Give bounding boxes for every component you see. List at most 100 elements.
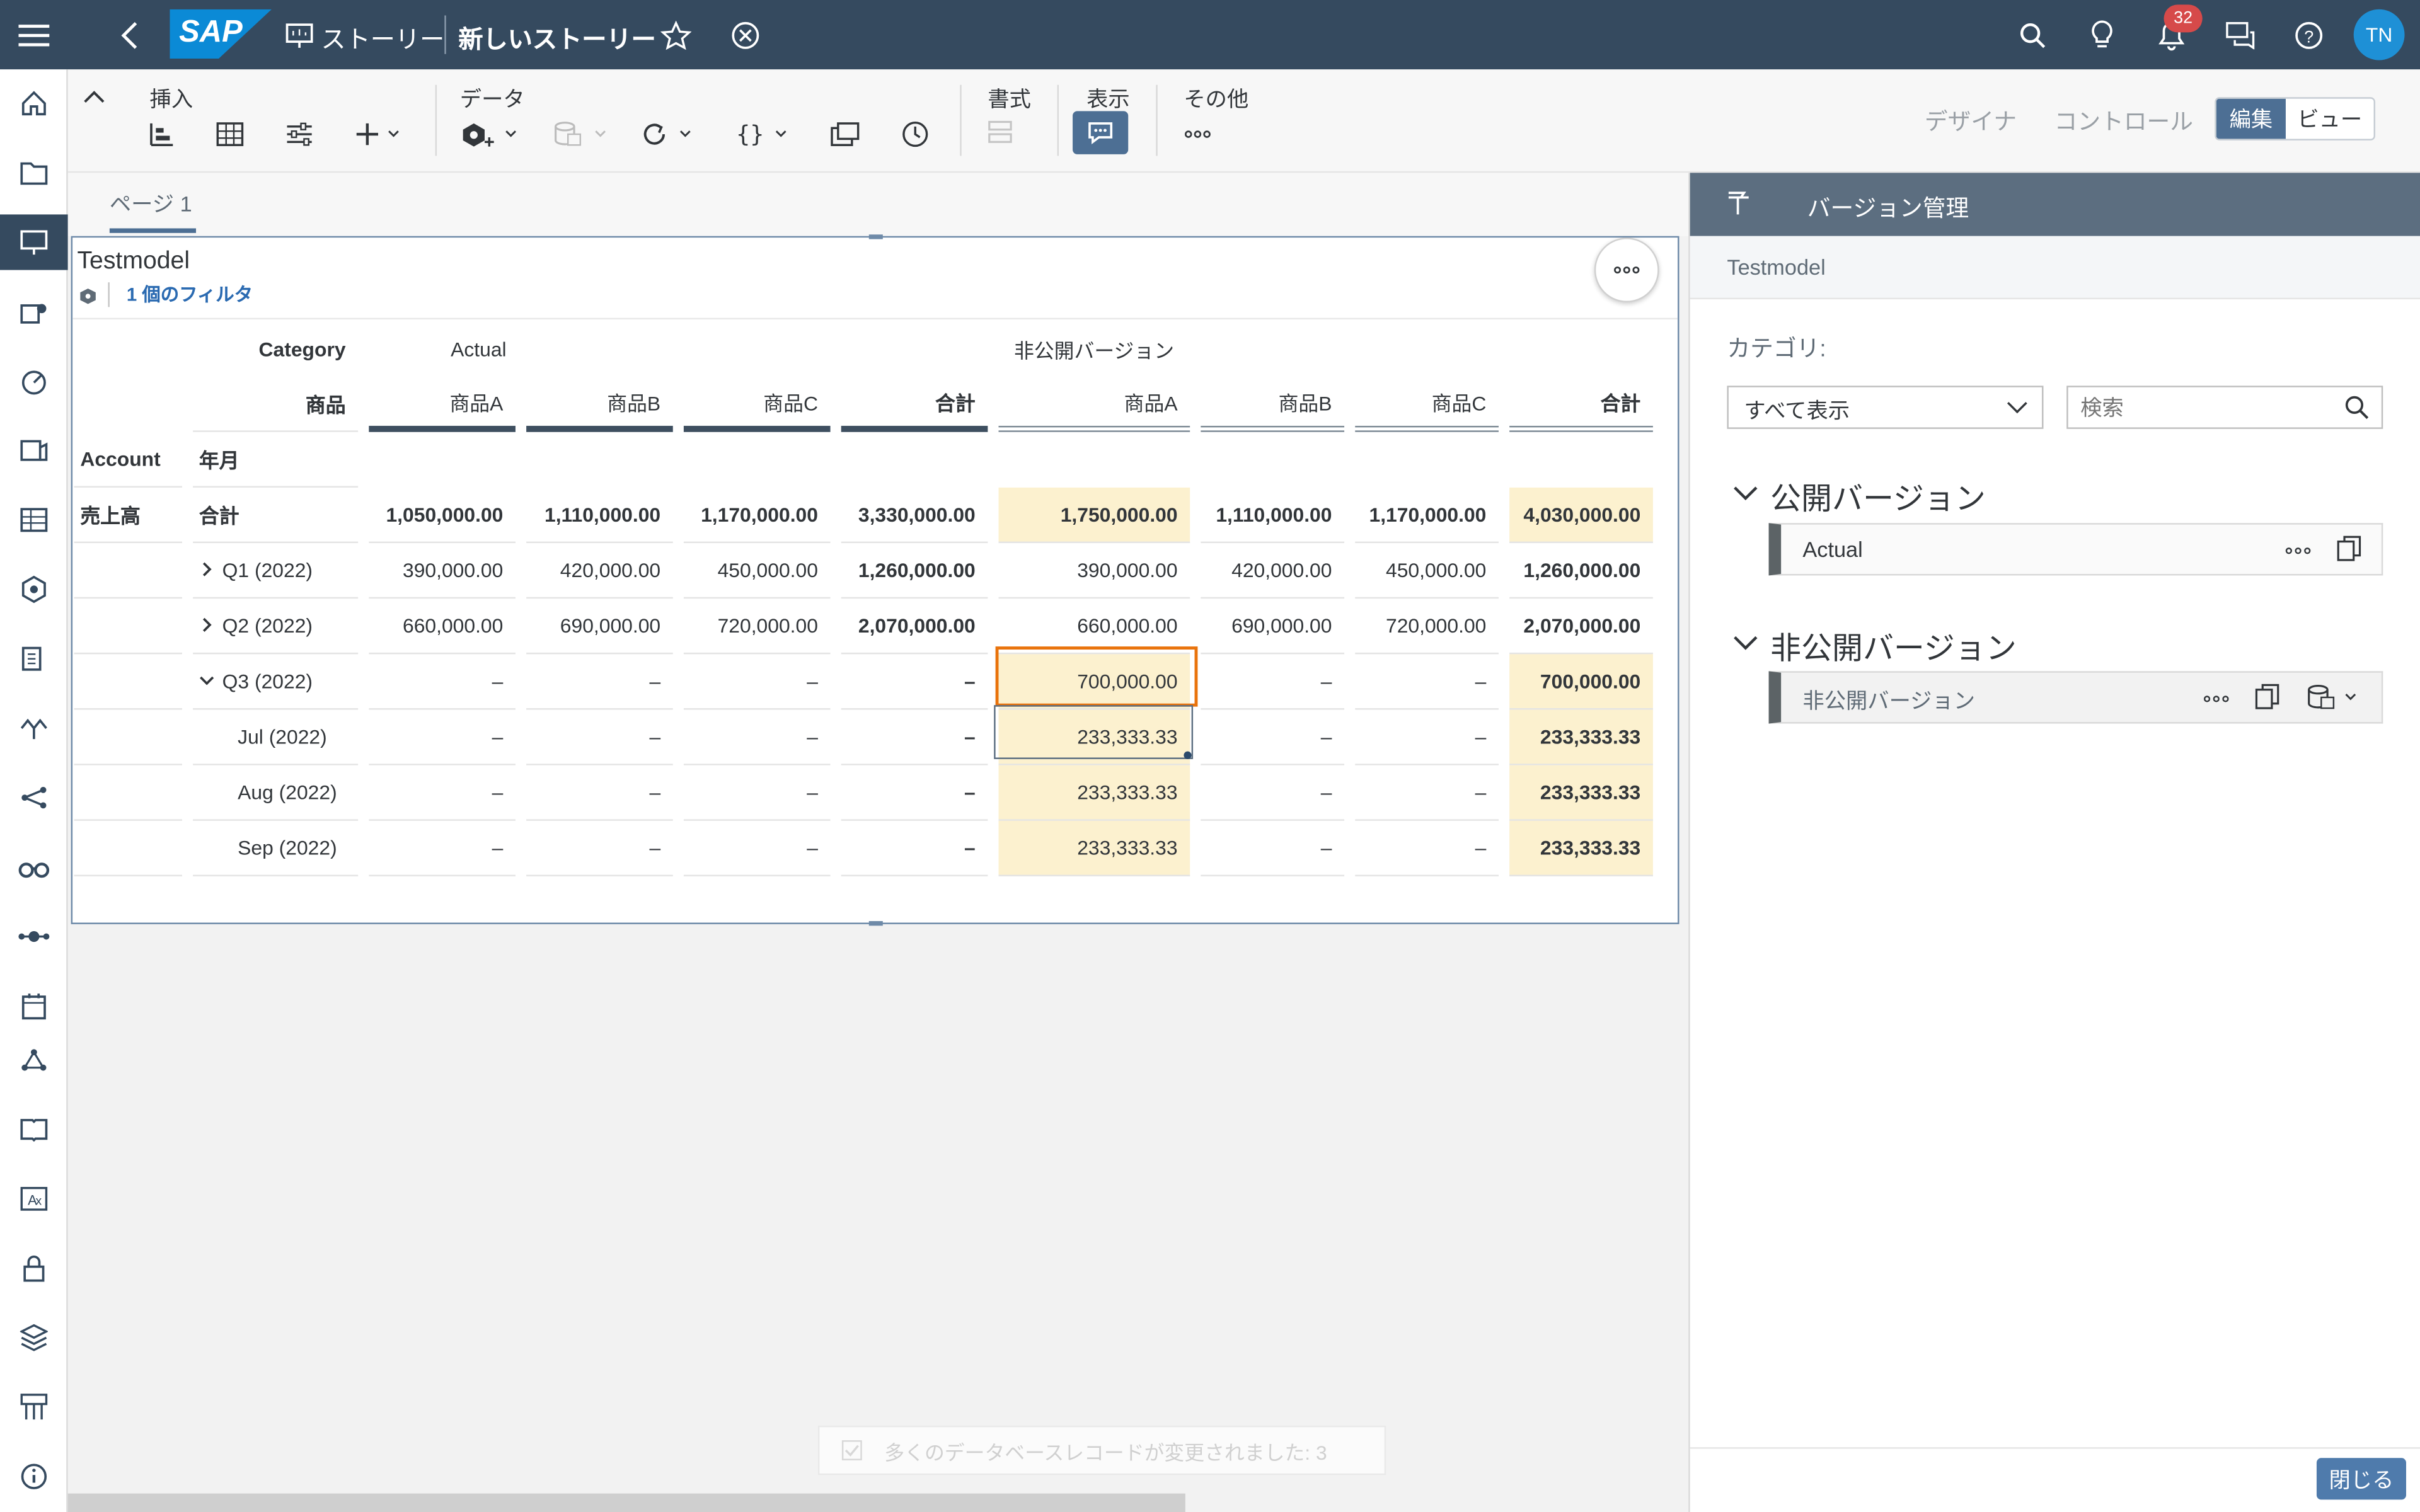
lightbulb-icon[interactable] xyxy=(2083,17,2121,54)
value-cell[interactable]: – xyxy=(841,821,988,877)
refresh-icon[interactable] xyxy=(642,117,698,151)
table-insert-icon[interactable] xyxy=(216,117,244,151)
period-cell[interactable]: Q2 (2022) xyxy=(193,598,359,655)
value-cell[interactable]: 1,110,000.00 xyxy=(526,488,673,544)
value-cell[interactable]: 233,333.33 xyxy=(998,765,1190,821)
value-cell[interactable]: – xyxy=(1201,710,1345,765)
value-cell[interactable]: 390,000.00 xyxy=(998,543,1190,599)
value-cell[interactable]: 660,000.00 xyxy=(369,598,516,655)
horizontal-scrollbar[interactable] xyxy=(67,1493,1185,1512)
col-header[interactable]: 合計 xyxy=(841,377,988,432)
value-cell[interactable]: 450,000.00 xyxy=(683,543,831,599)
binoculars-icon[interactable] xyxy=(0,839,68,895)
col-header[interactable]: 商品B xyxy=(1201,377,1345,432)
value-cell[interactable]: 2,070,000.00 xyxy=(841,598,988,655)
value-cell[interactable]: 233,333.33 xyxy=(1509,765,1653,821)
value-cell[interactable]: 4,030,000.00 xyxy=(1509,487,1653,544)
linked-analysis-icon[interactable] xyxy=(831,117,861,151)
value-cell[interactable]: 2,070,000.00 xyxy=(1509,598,1653,655)
value-cell[interactable]: – xyxy=(369,765,516,821)
data-integration-icon[interactable] xyxy=(0,701,68,756)
table-icon[interactable] xyxy=(0,492,68,547)
value-cell[interactable]: 420,000.00 xyxy=(1201,543,1345,599)
value-cell[interactable]: 1,260,000.00 xyxy=(841,543,988,599)
value-cell[interactable]: 1,110,000.00 xyxy=(1201,488,1345,544)
story-breadcrumb[interactable]: ストーリー xyxy=(321,18,444,55)
chevron-right-icon[interactable] xyxy=(199,561,214,576)
value-cell[interactable]: – xyxy=(683,654,831,710)
back-icon[interactable] xyxy=(111,17,148,54)
copy-icon[interactable] xyxy=(2337,536,2361,563)
value-cell[interactable]: 233,333.33 xyxy=(1509,820,1653,877)
value-cell[interactable]: – xyxy=(526,710,673,765)
value-cell[interactable]: 690,000.00 xyxy=(1201,598,1345,655)
folder-icon[interactable] xyxy=(0,145,68,200)
menu-icon[interactable] xyxy=(15,17,52,54)
col-header[interactable]: 商品C xyxy=(1355,377,1499,432)
value-cell[interactable]: – xyxy=(1201,654,1345,710)
stories-icon[interactable] xyxy=(0,214,68,270)
value-cell[interactable]: 1,170,000.00 xyxy=(1355,488,1499,544)
system-icon[interactable] xyxy=(0,1379,68,1435)
chevron-down-icon[interactable] xyxy=(1733,483,1758,511)
col-header[interactable]: 商品B xyxy=(526,377,673,432)
multi-action-icon[interactable] xyxy=(0,1032,68,1087)
value-cell[interactable]: 1,750,000.00 xyxy=(998,487,1190,544)
search-icon[interactable] xyxy=(2014,17,2051,54)
value-cell[interactable]: – xyxy=(841,710,988,765)
resize-handle-top[interactable] xyxy=(868,234,883,239)
input-control-icon[interactable] xyxy=(285,117,313,151)
home-icon[interactable] xyxy=(0,76,68,131)
chevron-right-icon[interactable] xyxy=(199,617,214,633)
col-header[interactable]: 商品C xyxy=(683,377,831,432)
value-cell[interactable]: – xyxy=(369,654,516,710)
actual-version-header[interactable]: Actual xyxy=(369,321,988,376)
comment-toggle-button[interactable] xyxy=(1073,111,1129,154)
value-cell[interactable]: – xyxy=(1201,821,1345,877)
publish-icon[interactable] xyxy=(2306,684,2361,711)
value-cell[interactable]: – xyxy=(683,765,831,821)
value-cell[interactable]: – xyxy=(1355,654,1499,710)
info-icon[interactable] xyxy=(0,1449,68,1504)
filter-link[interactable]: 1 個のフィルタ xyxy=(127,281,253,307)
version-search-field[interactable] xyxy=(2066,386,2383,429)
value-cell[interactable]: 690,000.00 xyxy=(526,598,673,655)
data-analyzer-icon[interactable] xyxy=(0,423,68,478)
add-model-icon[interactable] xyxy=(460,117,522,151)
value-cell[interactable]: – xyxy=(526,821,673,877)
more-options-icon[interactable] xyxy=(1184,117,1211,151)
value-cell[interactable]: 420,000.00 xyxy=(526,543,673,599)
widget-more-button[interactable] xyxy=(1594,238,1659,303)
value-cell[interactable]: 700,000.00 xyxy=(1509,654,1653,710)
search-input[interactable] xyxy=(2080,392,2328,423)
learning-icon[interactable] xyxy=(0,1102,68,1157)
collapse-toolbar-icon[interactable] xyxy=(83,85,105,113)
search-icon[interactable] xyxy=(2344,395,2369,420)
resize-handle-bottom[interactable] xyxy=(868,921,883,926)
value-cell[interactable]: – xyxy=(526,654,673,710)
more-icon[interactable] xyxy=(2285,546,2312,556)
col-header[interactable]: 商品A xyxy=(998,377,1190,432)
value-cell[interactable]: – xyxy=(526,765,673,821)
dimension-icon[interactable] xyxy=(0,631,68,687)
formula-icon[interactable]: {} xyxy=(736,117,795,151)
more-icon[interactable] xyxy=(2203,694,2230,704)
private-version-header[interactable]: 非公開バージョン xyxy=(999,321,1653,376)
history-icon[interactable] xyxy=(900,117,931,151)
value-cell[interactable]: – xyxy=(1355,821,1499,877)
value-cell[interactable]: – xyxy=(683,821,831,877)
translation-icon[interactable]: Ax xyxy=(0,1171,68,1227)
close-story-icon[interactable] xyxy=(727,17,764,54)
chart-icon[interactable] xyxy=(150,117,175,151)
predictive-icon[interactable] xyxy=(0,908,68,964)
fill-handle[interactable] xyxy=(1184,751,1192,759)
value-cell[interactable]: 720,000.00 xyxy=(683,598,831,655)
digital-boardroom-icon[interactable] xyxy=(0,353,68,409)
designer-link[interactable]: デザイナ xyxy=(1925,105,2017,137)
copy-icon[interactable] xyxy=(2255,684,2279,711)
star-icon[interactable] xyxy=(657,17,694,54)
value-cell[interactable]: – xyxy=(841,654,988,710)
chat-icon[interactable] xyxy=(2223,17,2260,54)
tab-page-1[interactable]: ページ 1 xyxy=(110,188,192,219)
value-cell[interactable]: 1,050,000.00 xyxy=(369,488,516,544)
